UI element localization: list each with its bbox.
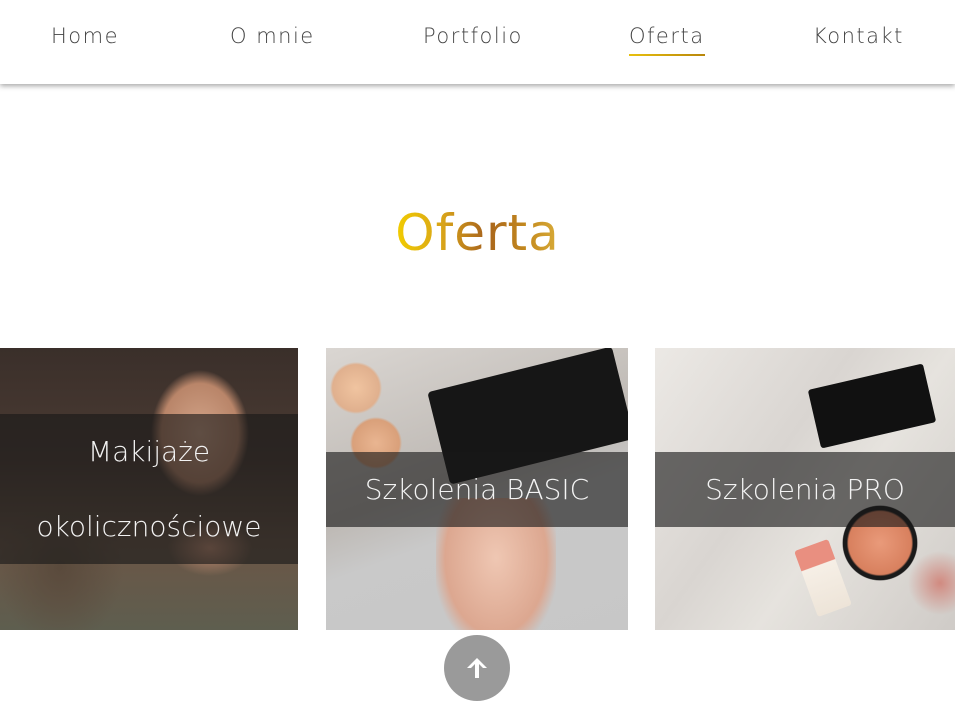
scroll-to-top-button[interactable] bbox=[444, 635, 510, 701]
card-label: Szkolenia PRO bbox=[705, 473, 905, 506]
offer-card-szkolenia-basic[interactable]: Szkolenia BASIC bbox=[326, 348, 628, 630]
offer-card-szkolenia-pro[interactable]: Szkolenia PRO bbox=[655, 348, 955, 630]
nav-o-mnie[interactable]: O mnie bbox=[230, 24, 315, 56]
arrow-up-icon bbox=[467, 658, 487, 678]
card-overlay: Szkolenia BASIC bbox=[326, 452, 628, 527]
card-label: Szkolenia BASIC bbox=[364, 473, 590, 506]
card-label: Makijaże okolicznościowe bbox=[36, 435, 262, 543]
nav-kontakt[interactable]: Kontakt bbox=[813, 24, 904, 56]
card-overlay: Makijaże okolicznościowe bbox=[0, 414, 298, 564]
card-overlay: Szkolenia PRO bbox=[655, 452, 955, 527]
nav-oferta[interactable]: Oferta bbox=[629, 24, 705, 56]
nav-home[interactable]: Home bbox=[51, 24, 119, 56]
offer-card-makijaze[interactable]: Makijaże okolicznościowe bbox=[0, 348, 298, 630]
nav-portfolio[interactable]: Portfolio bbox=[423, 24, 523, 56]
section-title-text: Oferta bbox=[395, 204, 560, 262]
section-title: Oferta bbox=[0, 200, 955, 266]
main-navbar: Home O mnie Portfolio Oferta Kontakt bbox=[0, 0, 955, 84]
